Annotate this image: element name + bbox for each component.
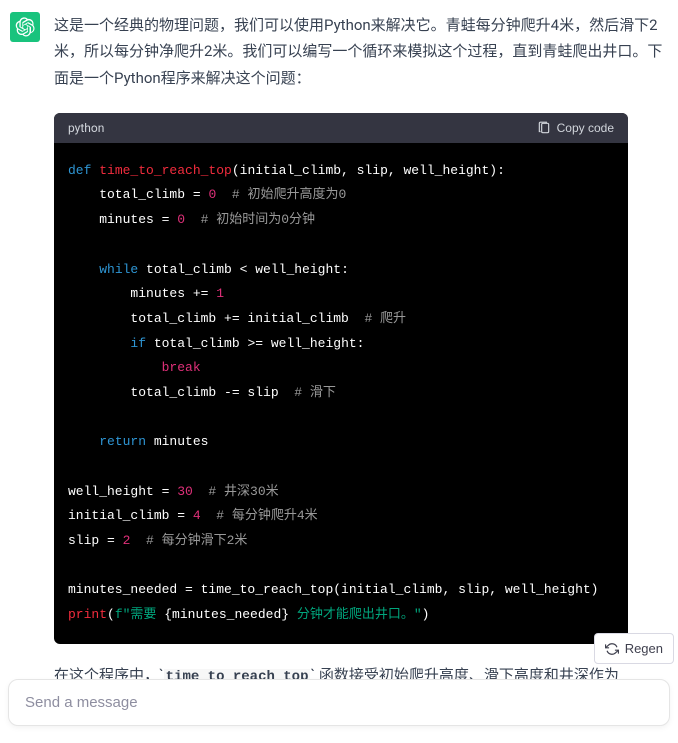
openai-icon xyxy=(15,17,35,37)
input-container xyxy=(8,679,670,726)
message-content: 这是一个经典的物理问题，我们可以使用Python来解决它。青蛙每分钟爬升4米，然… xyxy=(54,12,668,105)
message-input[interactable] xyxy=(8,679,670,726)
copy-code-button[interactable]: Copy code xyxy=(537,121,614,135)
regenerate-button[interactable]: Regen xyxy=(594,633,674,664)
refresh-icon xyxy=(605,642,619,656)
code-header: python Copy code xyxy=(54,113,628,143)
code-lang-label: python xyxy=(68,121,104,135)
assistant-message-row: 这是一个经典的物理问题，我们可以使用Python来解决它。青蛙每分钟爬升4米，然… xyxy=(0,0,678,105)
copy-label: Copy code xyxy=(557,121,614,135)
code-block: python Copy code def time_to_reach_top(i… xyxy=(54,113,628,644)
clipboard-icon xyxy=(537,121,551,135)
code-body[interactable]: def time_to_reach_top(initial_climb, sli… xyxy=(54,143,628,644)
intro-paragraph: 这是一个经典的物理问题，我们可以使用Python来解决它。青蛙每分钟爬升4米，然… xyxy=(54,12,668,91)
assistant-avatar xyxy=(10,12,40,42)
